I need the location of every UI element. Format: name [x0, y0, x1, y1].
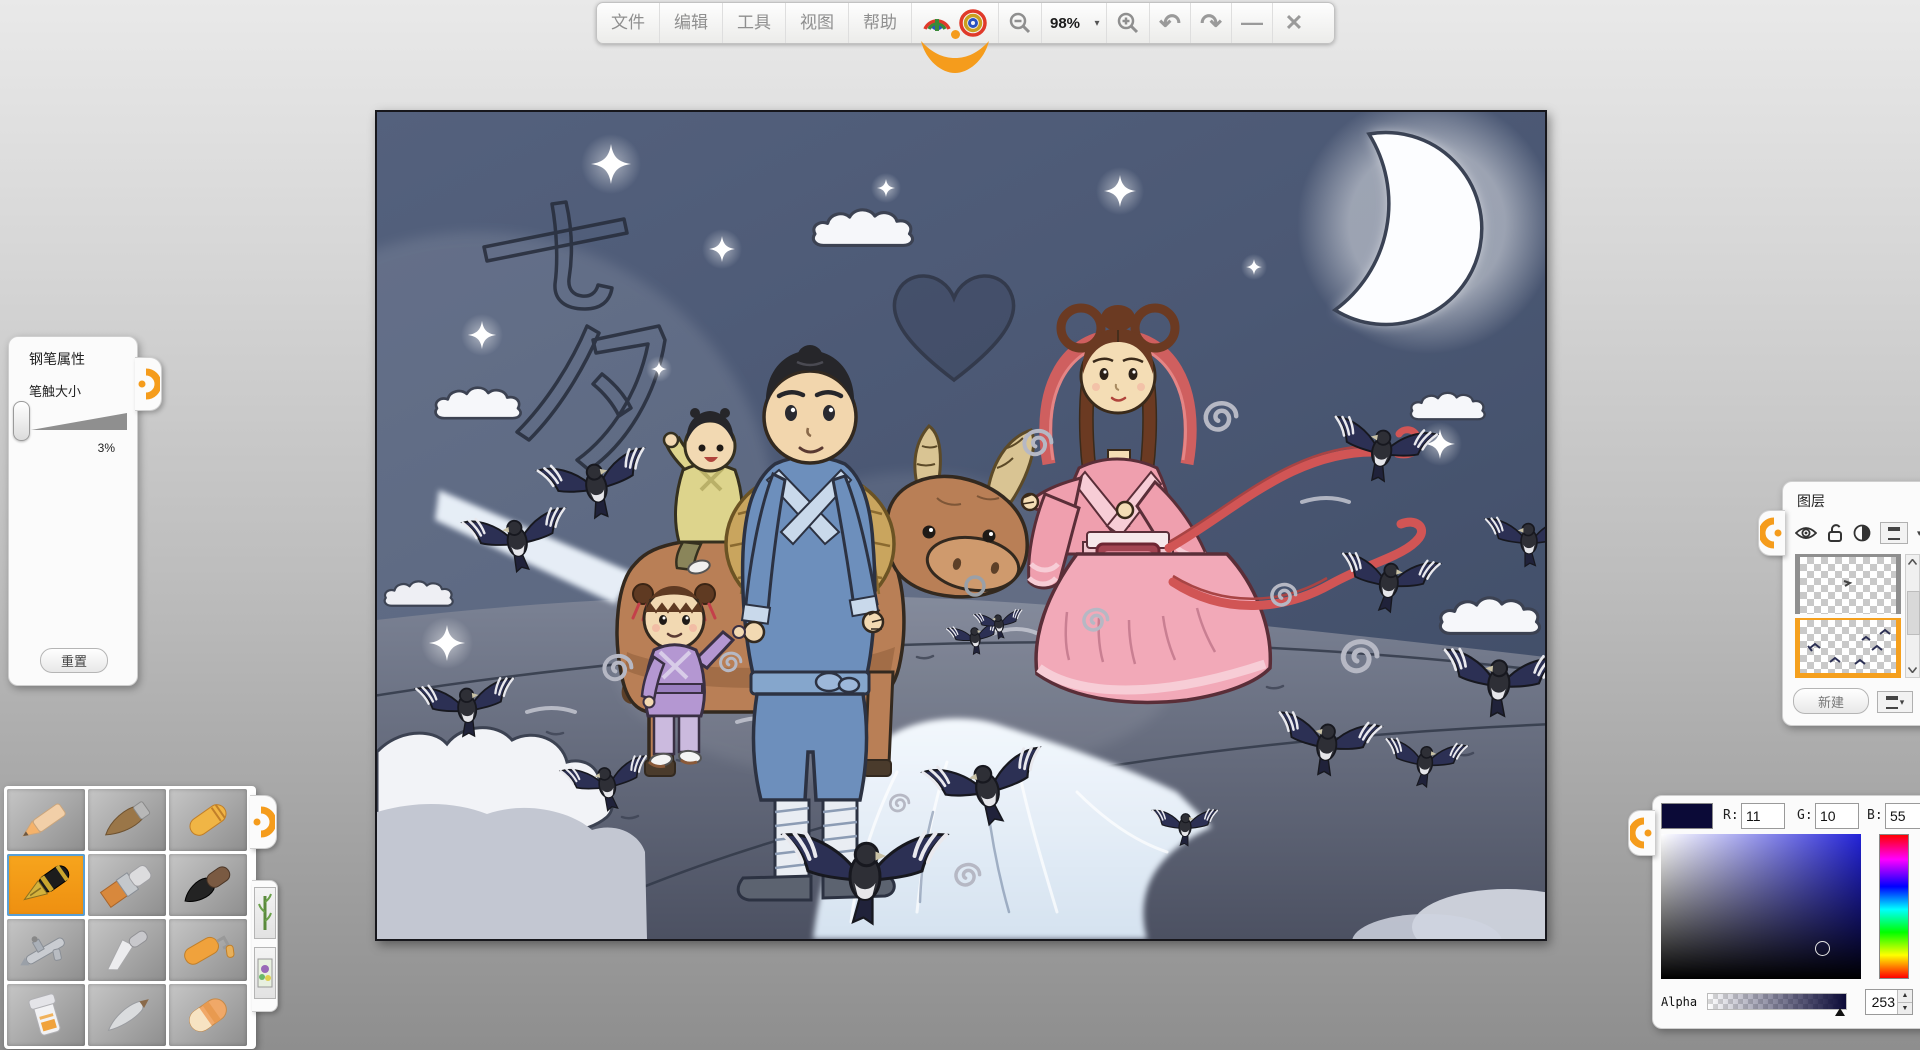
drawing-canvas[interactable]: 七夕: [375, 110, 1547, 941]
color-panel-collapse-tab[interactable]: [1628, 810, 1655, 856]
undo-icon: ↶: [1159, 8, 1181, 39]
layer-lock-icon[interactable]: [1826, 523, 1844, 543]
alpha-value[interactable]: 253: [1866, 994, 1897, 1010]
layer-thumbnail-selected[interactable]: [1795, 618, 1901, 678]
sv-square[interactable]: [1661, 834, 1861, 979]
app-logo: [912, 3, 999, 43]
brush-size-label: 笔触大小: [29, 381, 81, 400]
layers-panel-title: 图层: [1797, 491, 1825, 511]
reset-button[interactable]: 重置: [40, 648, 108, 673]
menu-edit[interactable]: 编辑: [660, 3, 723, 43]
sv-cursor[interactable]: [1815, 941, 1830, 956]
g-label: G:: [1797, 808, 1813, 823]
picture-stamp-icon: [257, 953, 273, 993]
layer-opacity-icon[interactable]: [1853, 524, 1871, 542]
g-input[interactable]: [1815, 803, 1859, 829]
bamboo-icon: [258, 893, 272, 933]
r-label: R:: [1723, 808, 1739, 823]
b-label: B:: [1867, 808, 1883, 823]
tool-wood-pencil[interactable]: [88, 789, 166, 851]
list-icon: [1888, 527, 1900, 540]
picture-stamp-button[interactable]: [254, 947, 276, 999]
logo-mouth-icon: [918, 39, 992, 75]
tool-flat-brush[interactable]: [88, 854, 166, 916]
layers-panel: 图层 ▾: [1782, 481, 1920, 726]
pen-panel-collapse-tab[interactable]: [135, 357, 162, 411]
tab-handle-icon: [1630, 813, 1654, 853]
zoom-out-button[interactable]: [999, 3, 1042, 43]
color-picker-panel: R: G: B: Alpha 253 ▲ ▼: [1652, 795, 1920, 1029]
scrollbar-thumb[interactable]: [1907, 591, 1920, 635]
qixi-illustration: [377, 112, 1545, 939]
alpha-label: Alpha: [1661, 995, 1697, 1009]
brush-tool-palette: [4, 786, 256, 1049]
tab-handle-icon: [251, 802, 275, 842]
close-button[interactable]: ✕: [1273, 3, 1315, 43]
new-layer-button[interactable]: 新建: [1793, 688, 1869, 714]
menu-tools[interactable]: 工具: [723, 3, 786, 43]
scroll-up-icon[interactable]: [1906, 555, 1919, 569]
stamp-tool-strip: [252, 880, 278, 1012]
alpha-slider-marker[interactable]: [1835, 1008, 1845, 1016]
tool-palette-collapse-tab[interactable]: [250, 795, 277, 849]
spinner-down-icon[interactable]: ▼: [1898, 1002, 1912, 1015]
alpha-value-box: 253 ▲ ▼: [1865, 989, 1913, 1015]
zoom-level-value: 98%: [1042, 3, 1088, 43]
caret-down-icon: ▾: [1900, 698, 1905, 707]
brush-size-value: 3%: [9, 441, 115, 455]
undo-button[interactable]: ↶: [1150, 3, 1191, 43]
bamboo-stamp-button[interactable]: [254, 887, 276, 939]
layer-visibility-eye-icon[interactable]: [1795, 526, 1817, 540]
tool-palette-knife[interactable]: [88, 919, 166, 981]
menu-view[interactable]: 视图: [786, 3, 849, 43]
layers-scrollbar[interactable]: [1905, 554, 1920, 678]
tool-airbrush[interactable]: [7, 919, 85, 981]
tab-handle-icon: [1760, 513, 1784, 553]
tool-paint-roller[interactable]: [169, 919, 247, 981]
color-swatch: [1661, 803, 1713, 829]
layer-menu-button[interactable]: [1880, 522, 1908, 544]
tool-crayon[interactable]: [169, 789, 247, 851]
tool-fountain-pen[interactable]: [7, 854, 85, 916]
pen-properties-panel: 钢笔属性 笔触大小 3% 重置: [8, 336, 138, 686]
pen-panel-title: 钢笔属性: [29, 349, 85, 369]
zoom-out-icon: [1008, 11, 1032, 35]
brush-size-slider-thumb[interactable]: [13, 401, 30, 441]
logo-left-eye-icon: [921, 7, 953, 37]
minimize-button[interactable]: —: [1232, 3, 1273, 43]
caret-down-icon: ▾: [1094, 18, 1099, 29]
menu-help[interactable]: 帮助: [849, 3, 912, 43]
tool-eraser[interactable]: [169, 984, 247, 1046]
tool-pencil[interactable]: [7, 789, 85, 851]
tab-handle-icon: [136, 364, 160, 404]
close-icon: ✕: [1285, 10, 1303, 36]
redo-button[interactable]: ↷: [1191, 3, 1232, 43]
b-input[interactable]: [1885, 803, 1920, 829]
r-input[interactable]: [1741, 803, 1785, 829]
spinner-up-icon[interactable]: ▲: [1898, 990, 1912, 1002]
tool-liner-brush[interactable]: [88, 984, 166, 1046]
zoom-in-button[interactable]: [1107, 3, 1150, 43]
logo-right-eye-icon: [957, 7, 989, 37]
tool-ink-brush[interactable]: [169, 854, 247, 916]
logo-nose-icon: [951, 30, 960, 39]
hue-bar[interactable]: [1879, 834, 1909, 979]
list-icon: [1886, 696, 1898, 709]
zoom-dropdown-button[interactable]: ▾: [1088, 3, 1107, 43]
tool-paint-jar[interactable]: [7, 984, 85, 1046]
layers-options-button[interactable]: ▾: [1877, 691, 1913, 713]
alpha-spinner: ▲ ▼: [1897, 990, 1912, 1014]
scroll-down-icon[interactable]: [1906, 663, 1919, 677]
menu-file[interactable]: 文件: [597, 3, 660, 43]
main-toolbar: 文件 编辑 工具 视图 帮助: [596, 2, 1335, 44]
brush-size-slider-track[interactable]: [31, 413, 127, 430]
paint-app-window: 七夕: [0, 0, 1920, 1050]
layers-panel-collapse-tab[interactable]: [1758, 510, 1785, 556]
redo-icon: ↷: [1200, 8, 1222, 39]
layer-thumbnail-top[interactable]: [1795, 554, 1901, 614]
alpha-slider[interactable]: [1707, 993, 1847, 1010]
zoom-in-icon: [1116, 11, 1140, 35]
minimize-icon: —: [1241, 10, 1263, 36]
